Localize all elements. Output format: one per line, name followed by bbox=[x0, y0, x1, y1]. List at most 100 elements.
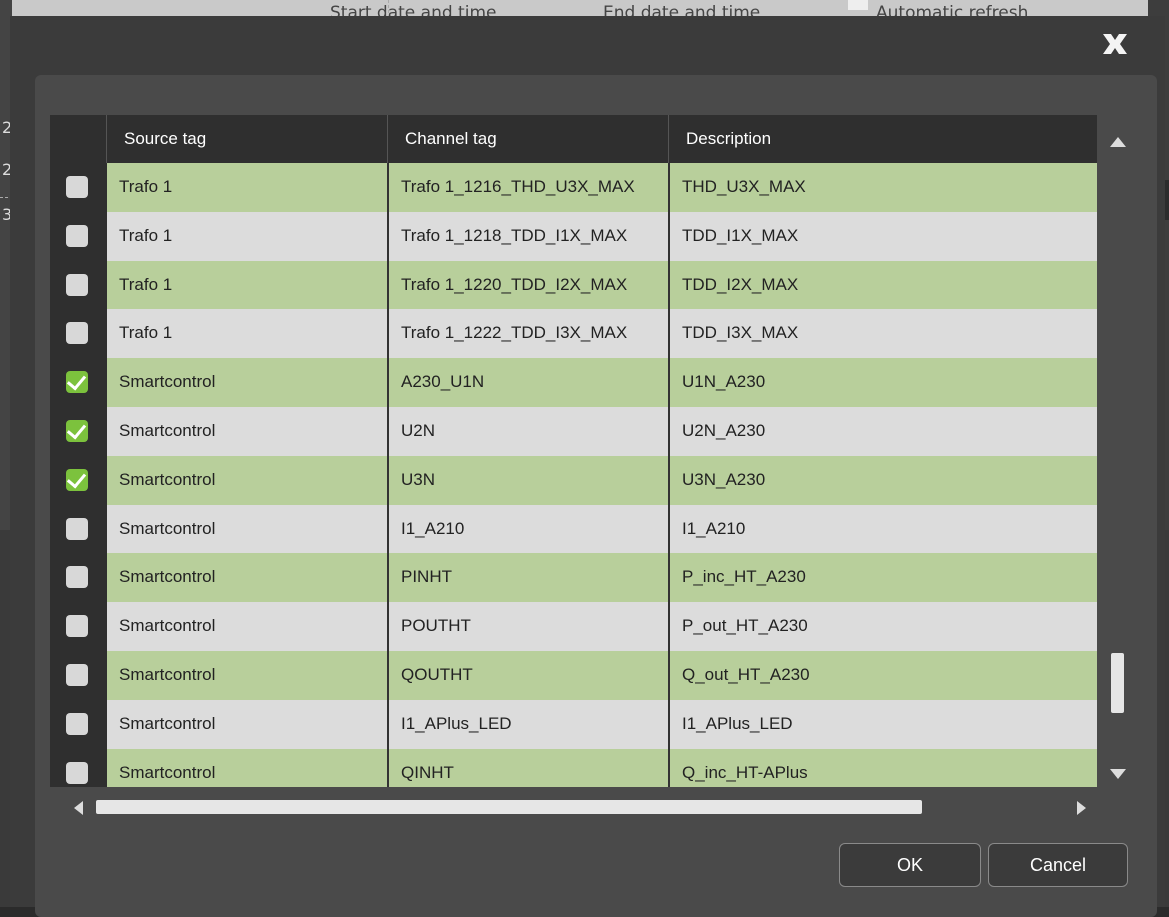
row-select-cell bbox=[50, 163, 107, 212]
cell-channel-tag: Trafo 1_1218_TDD_I1X_MAX bbox=[387, 211, 668, 261]
scroll-up-arrow-icon[interactable] bbox=[1110, 137, 1126, 147]
table-row[interactable]: Smartcontrol PINHT P_inc_HT_A230 bbox=[50, 553, 1097, 603]
vertical-scrollbar[interactable] bbox=[1101, 115, 1135, 787]
cell-source-tag: Smartcontrol bbox=[107, 406, 387, 456]
cell-description: I1_A210 bbox=[668, 504, 1097, 554]
cell-description: P_inc_HT_A230 bbox=[668, 553, 1097, 603]
row-checkbox[interactable] bbox=[66, 615, 88, 638]
cell-source-tag: Smartcontrol bbox=[107, 358, 387, 407]
row-select-cell bbox=[50, 553, 107, 603]
cell-source-tag: Smartcontrol bbox=[107, 504, 387, 554]
cell-source-tag: Smartcontrol bbox=[107, 699, 387, 749]
table-row[interactable]: Smartcontrol U2N U2N_A230 bbox=[50, 406, 1097, 456]
row-select-cell bbox=[50, 309, 107, 359]
table-row[interactable]: Smartcontrol A230_U1N U1N_A230 bbox=[50, 358, 1097, 407]
row-select-cell bbox=[50, 358, 107, 407]
checkmark-icon bbox=[66, 370, 87, 391]
row-select-cell bbox=[50, 211, 107, 261]
row-checkbox[interactable] bbox=[66, 761, 88, 784]
row-checkbox[interactable] bbox=[66, 419, 88, 442]
cell-source-tag: Smartcontrol bbox=[107, 602, 387, 651]
row-checkbox[interactable] bbox=[66, 176, 88, 198]
cell-description: TDD_I2X_MAX bbox=[668, 260, 1097, 310]
cell-source-tag: Smartcontrol bbox=[107, 748, 387, 787]
row-select-cell bbox=[50, 455, 107, 505]
row-select-cell bbox=[50, 406, 107, 456]
cell-source-tag: Smartcontrol bbox=[107, 650, 387, 700]
close-icon[interactable] bbox=[1100, 30, 1130, 58]
scroll-down-arrow-icon[interactable] bbox=[1110, 769, 1126, 779]
cell-channel-tag: Trafo 1_1216_THD_U3X_MAX bbox=[387, 163, 668, 212]
automatic-refresh-label: Automatic refresh bbox=[876, 3, 1029, 16]
cell-source-tag: Trafo 1 bbox=[107, 260, 387, 310]
cell-source-tag: Smartcontrol bbox=[107, 553, 387, 603]
row-select-cell bbox=[50, 602, 107, 651]
table-row[interactable]: Smartcontrol I1_A210 I1_A210 bbox=[50, 504, 1097, 554]
cell-channel-tag: PINHT bbox=[387, 553, 668, 603]
cancel-button[interactable]: Cancel bbox=[988, 843, 1128, 887]
cell-source-tag: Trafo 1 bbox=[107, 163, 387, 212]
table-row[interactable]: Trafo 1 Trafo 1_1218_TDD_I1X_MAX TDD_I1X_M… bbox=[50, 211, 1097, 261]
row-checkbox[interactable] bbox=[66, 224, 88, 247]
row-select-cell bbox=[50, 650, 107, 700]
cell-channel-tag: I1_A210 bbox=[387, 504, 668, 554]
cell-description: Q_out_HT_A230 bbox=[668, 650, 1097, 700]
row-checkbox[interactable] bbox=[66, 566, 88, 589]
checkmark-icon bbox=[66, 468, 87, 489]
cell-channel-tag: I1_APlus_LED bbox=[387, 699, 668, 749]
cell-source-tag: Smartcontrol bbox=[107, 455, 387, 505]
cell-channel-tag: QINHT bbox=[387, 748, 668, 787]
row-checkbox[interactable] bbox=[66, 517, 88, 540]
cell-channel-tag: QOUTHT bbox=[387, 650, 668, 700]
table-row[interactable]: Smartcontrol U3N U3N_A230 bbox=[50, 455, 1097, 505]
cell-channel-tag: A230_U1N bbox=[387, 358, 668, 407]
cell-source-tag: Trafo 1 bbox=[107, 211, 387, 261]
cell-channel-tag: Trafo 1_1220_TDD_I2X_MAX bbox=[387, 260, 668, 310]
row-select-cell bbox=[50, 699, 107, 749]
column-header-description[interactable]: Description bbox=[668, 115, 1097, 163]
header-select-column bbox=[50, 115, 107, 163]
column-header-channel-tag[interactable]: Channel tag bbox=[387, 115, 668, 163]
table-row[interactable]: Trafo 1 Trafo 1_1216_THD_U3X_MAX THD_U3X_M… bbox=[50, 163, 1097, 212]
cell-description: THD_U3X_MAX bbox=[668, 163, 1097, 212]
horizontal-scrollbar[interactable] bbox=[70, 796, 1090, 818]
row-select-cell bbox=[50, 504, 107, 554]
row-checkbox[interactable] bbox=[66, 370, 88, 394]
table-row[interactable]: Smartcontrol QINHT Q_inc_HT-APlus bbox=[50, 748, 1097, 787]
cell-description: U1N_A230 bbox=[668, 358, 1097, 407]
table-row[interactable]: Smartcontrol I1_APlus_LED I1_APlus_LED bbox=[50, 699, 1097, 749]
vertical-scroll-thumb[interactable] bbox=[1111, 653, 1124, 713]
automatic-refresh-checkbox bbox=[848, 0, 868, 10]
grid-rows: Trafo 1 Trafo 1_1216_THD_U3X_MAX THD_U3X_M… bbox=[50, 163, 1097, 787]
cell-description: P_out_HT_A230 bbox=[668, 602, 1097, 651]
table-row[interactable]: Trafo 1 Trafo 1_1222_TDD_I3X_MAX TDD_I3X_M… bbox=[50, 309, 1097, 359]
dialog-body: Source tag Channel tag Description Trafo… bbox=[35, 75, 1157, 917]
scroll-right-arrow-icon[interactable] bbox=[1077, 801, 1086, 815]
row-checkbox[interactable] bbox=[66, 468, 88, 491]
end-date-label: End date and time bbox=[603, 3, 761, 16]
cell-source-tag: Trafo 1 bbox=[107, 309, 387, 359]
row-select-cell bbox=[50, 748, 107, 787]
ok-button[interactable]: OK bbox=[839, 843, 981, 887]
cell-channel-tag: U3N bbox=[387, 455, 668, 505]
row-checkbox[interactable] bbox=[66, 712, 88, 735]
column-header-source-tag[interactable]: Source tag bbox=[107, 115, 387, 163]
row-checkbox[interactable] bbox=[66, 322, 88, 345]
cell-channel-tag: U2N bbox=[387, 406, 668, 456]
cell-description: U3N_A230 bbox=[668, 455, 1097, 505]
row-checkbox[interactable] bbox=[66, 273, 88, 296]
row-checkbox[interactable] bbox=[66, 663, 88, 686]
row-select-cell bbox=[50, 260, 107, 310]
checkmark-icon bbox=[66, 419, 87, 440]
cell-channel-tag: Trafo 1_1222_TDD_I3X_MAX bbox=[387, 309, 668, 359]
table-row[interactable]: Trafo 1 Trafo 1_1220_TDD_I2X_MAX TDD_I2X_M… bbox=[50, 260, 1097, 310]
channel-selection-dialog: Source tag Channel tag Description Trafo… bbox=[10, 16, 1165, 917]
cell-description: I1_APlus_LED bbox=[668, 699, 1097, 749]
horizontal-scroll-thumb[interactable] bbox=[96, 800, 922, 814]
cell-description: TDD_I3X_MAX bbox=[668, 309, 1097, 359]
cell-description: U2N_A230 bbox=[668, 406, 1097, 456]
scroll-left-arrow-icon[interactable] bbox=[74, 801, 83, 815]
table-row[interactable]: Smartcontrol QOUTHT Q_out_HT_A230 bbox=[50, 650, 1097, 700]
table-row[interactable]: Smartcontrol POUTHT P_out_HT_A230 bbox=[50, 602, 1097, 651]
cell-description: Q_inc_HT-APlus bbox=[668, 748, 1097, 787]
